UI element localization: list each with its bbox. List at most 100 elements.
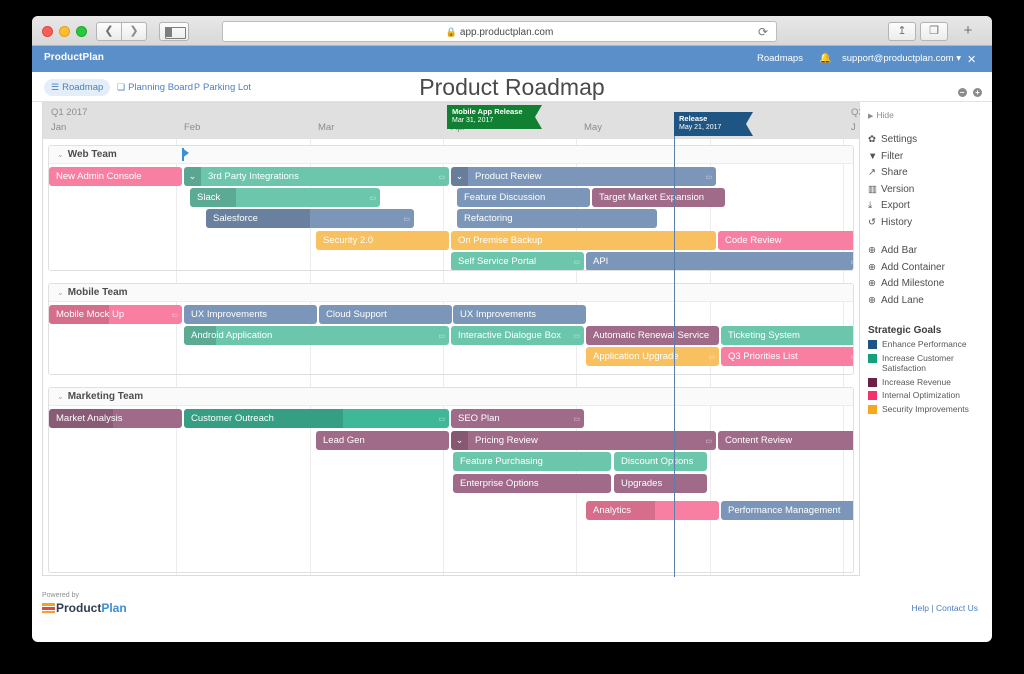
roadmap-container-bar[interactable]: ⌄ Product Review ▭ — [451, 167, 716, 186]
minimize-window-button[interactable] — [59, 26, 70, 37]
roadmap-bar[interactable]: Code Review — [718, 231, 853, 250]
roadmap-bar[interactable]: New Admin Console — [49, 167, 182, 186]
lane-header[interactable]: ⌄ Mobile Team — [49, 284, 853, 302]
close-window-button[interactable] — [42, 26, 53, 37]
roadmap-bar[interactable]: Performance Management — [721, 501, 853, 520]
chevron-down-icon[interactable]: ⌄ — [57, 150, 64, 159]
roadmap-container-bar[interactable]: ⌄ Pricing Review ▭ — [451, 431, 716, 450]
zoom-out-button[interactable]: − — [957, 88, 967, 97]
bar-detail-icon[interactable]: ▭ — [438, 410, 445, 428]
roadmap-bar[interactable]: UX Improvements — [453, 305, 586, 324]
sidebar-toggle-icon[interactable] — [159, 22, 189, 41]
bar-detail-icon[interactable]: ▭ — [573, 410, 580, 428]
roadmap-bar[interactable]: Security 2.0 — [316, 231, 449, 250]
chevron-down-icon[interactable]: ⌄ — [184, 167, 201, 186]
lane-header[interactable]: ⌄ Web Team — [49, 146, 853, 164]
tool-add-bar[interactable]: ⊕ Add Bar — [868, 243, 992, 260]
milestone-flag[interactable]: Mobile App Release Mar 31, 2017 — [447, 105, 542, 129]
bar-label: Discount Options — [621, 456, 694, 467]
roadmap-bar[interactable]: Interactive Dialogue Box ▭ — [451, 326, 584, 345]
roadmap-bar[interactable]: Refactoring — [457, 209, 657, 228]
roadmaps-link[interactable]: Roadmaps — [757, 53, 803, 64]
roadmap-bar[interactable]: Android Application ▭ — [184, 326, 449, 345]
bar-detail-icon[interactable]: ▭ — [438, 168, 445, 186]
bar-detail-icon[interactable]: ▭ — [705, 168, 712, 186]
strategic-goal-item[interactable]: Increase Customer Satisfaction — [868, 353, 992, 374]
tool-share[interactable]: ↗ Share — [868, 165, 992, 182]
maximize-window-button[interactable] — [76, 26, 87, 37]
tool-settings[interactable]: ✿ Settings — [868, 132, 992, 149]
contact-us-link[interactable]: Contact Us — [936, 603, 978, 613]
bar-detail-icon[interactable]: ▭ — [573, 253, 580, 270]
roadmap-bar[interactable]: Enterprise Options — [453, 474, 611, 493]
chevron-down-icon[interactable]: ⌄ — [57, 288, 64, 297]
roadmap-bar[interactable]: Feature Discussion — [457, 188, 590, 207]
chevron-down-icon[interactable]: ⌄ — [451, 431, 468, 450]
strategic-goal-item[interactable]: Enhance Performance — [868, 339, 992, 350]
bar-detail-icon[interactable]: ▭ — [573, 327, 580, 345]
roadmap-bar[interactable]: SEO Plan ▭ — [451, 409, 584, 428]
tool-add-lane[interactable]: ⊕ Add Lane — [868, 293, 992, 310]
forward-button[interactable]: ❯ — [121, 22, 147, 41]
reload-icon[interactable]: ⟳ — [758, 22, 768, 43]
tool-export[interactable]: ⤓ Export — [868, 198, 992, 215]
roadmap-bar[interactable]: API ▭ — [586, 252, 853, 270]
account-menu[interactable]: support@productplan.com ▾ — [842, 53, 961, 64]
bar-detail-icon[interactable]: ▭ — [369, 189, 376, 207]
zoom-in-button[interactable]: + — [973, 88, 982, 97]
bar-detail-icon[interactable]: ▭ — [705, 432, 712, 450]
bar-label: Application Upgrade — [593, 351, 679, 362]
bar-detail-icon[interactable]: ▭ — [403, 210, 410, 228]
roadmap-canvas[interactable]: Q1 2017Q2Q3JanFebMarAprMayJunJ ReleaseMa… — [42, 102, 864, 577]
roadmap-bar[interactable]: Customer Outreach ▭ — [184, 409, 449, 428]
roadmap-bar[interactable]: UX Improvements — [184, 305, 317, 324]
bar-detail-icon[interactable]: ▭ — [171, 306, 178, 324]
roadmap-bar[interactable]: Salesforce ▭ — [206, 209, 414, 228]
roadmap-bar[interactable]: Content Review — [718, 431, 853, 450]
roadmap-bar[interactable]: Cloud Support — [319, 305, 452, 324]
bar-label: Q3 Priorities List — [728, 351, 798, 362]
bar-detail-icon[interactable]: ▭ — [850, 253, 853, 270]
roadmap-bar[interactable]: Discount Options — [614, 452, 707, 471]
roadmap-bar[interactable]: Lead Gen — [316, 431, 449, 450]
strategic-goal-item[interactable]: Internal Optimization — [868, 390, 992, 401]
roadmap-bar[interactable]: Analytics — [586, 501, 719, 520]
lane-header[interactable]: ⌄ Marketing Team — [49, 388, 853, 406]
roadmap-bar[interactable]: Mobile Mock Up ▭ — [49, 305, 182, 324]
roadmap-bar[interactable]: Self Service Portal ▭ — [451, 252, 584, 270]
roadmap-bar[interactable]: Slack ▭ — [190, 188, 380, 207]
roadmap-bar[interactable]: Ticketing System — [721, 326, 853, 345]
milestone-flag[interactable]: Release May 21, 2017 — [674, 112, 753, 136]
roadmap-bar[interactable]: Target Market Expansion — [592, 188, 725, 207]
bar-detail-icon[interactable]: ▭ — [850, 348, 853, 366]
strategic-goal-item[interactable]: Security Improvements — [868, 404, 992, 415]
tool-add-milestone[interactable]: ⊕ Add Milestone — [868, 276, 992, 293]
tool-filter[interactable]: ▼ Filter — [868, 149, 992, 166]
chevron-down-icon[interactable]: ⌄ — [451, 167, 468, 186]
roadmap-bar[interactable]: Automatic Renewal Service — [586, 326, 719, 345]
bar-label: SEO Plan — [458, 413, 500, 424]
chevron-down-icon[interactable]: ⌄ — [57, 392, 64, 401]
bar-detail-icon[interactable]: ▭ — [708, 348, 715, 366]
roadmap-bar[interactable]: Upgrades — [614, 474, 707, 493]
share-icon[interactable]: ↥ — [888, 22, 916, 41]
expand-icon[interactable]: ✕ — [967, 53, 976, 66]
tool-add-container[interactable]: ⊕ Add Container — [868, 260, 992, 277]
roadmap-container-bar[interactable]: ⌄ 3rd Party Integrations ▭ — [184, 167, 449, 186]
strategic-goal-item[interactable]: Increase Revenue — [868, 377, 992, 388]
roadmap-bar[interactable]: Q3 Priorities List ▭ — [721, 347, 853, 366]
address-bar[interactable]: 🔒 app.productplan.com ⟳ — [222, 21, 777, 42]
roadmap-bar[interactable]: On Premise Backup — [451, 231, 716, 250]
hide-sidebar-button[interactable]: ▶ Hide — [868, 110, 992, 120]
bell-icon[interactable]: 🔔 — [819, 53, 831, 64]
help-link[interactable]: Help — [912, 603, 929, 613]
roadmap-bar[interactable]: Feature Purchasing — [453, 452, 611, 471]
new-tab-button[interactable]: + — [957, 22, 979, 41]
back-button[interactable]: ❮ — [96, 22, 122, 41]
roadmap-bar[interactable]: Application Upgrade ▭ — [586, 347, 719, 366]
bar-detail-icon[interactable]: ▭ — [438, 327, 445, 345]
tabs-icon[interactable]: ❐ — [920, 22, 948, 41]
tool-version[interactable]: ▥ Version — [868, 182, 992, 199]
tool-history[interactable]: ↺ History — [868, 215, 992, 232]
roadmap-bar[interactable]: Market Analysis — [49, 409, 182, 428]
